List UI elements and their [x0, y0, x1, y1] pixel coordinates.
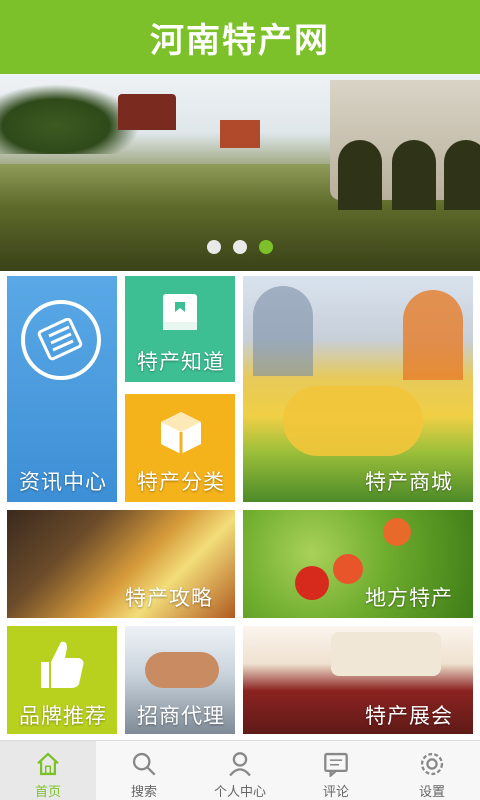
tile-knowledge-label: 特产知道: [137, 350, 225, 374]
tile-expo[interactable]: 特产展会: [243, 626, 473, 734]
carousel-dots: [0, 240, 480, 254]
tile-agent[interactable]: 招商代理: [125, 626, 235, 734]
tab-profile-label: 个人中心: [213, 785, 266, 800]
search-icon: [132, 752, 156, 776]
box-icon: [161, 412, 201, 454]
tile-guide[interactable]: 特产攻略: [7, 510, 235, 618]
tab-search[interactable]: 搜索: [96, 741, 192, 800]
cherry: [295, 566, 329, 600]
bridge-arch: [338, 140, 382, 210]
tile-brand-label: 品牌推荐: [19, 704, 107, 728]
tile-news-label: 资讯中心: [19, 470, 107, 494]
handshake: [145, 652, 219, 688]
tab-home[interactable]: 首页: [0, 741, 96, 800]
tile-expo-label: 特产展会: [365, 704, 453, 728]
tile-guide-label: 特产攻略: [125, 586, 213, 610]
comment-icon: [324, 752, 348, 777]
tab-home-label: 首页: [34, 785, 61, 800]
thumbs-up-icon: [41, 641, 84, 688]
tile-mall-label: 特产商城: [365, 470, 453, 494]
tile-agent-label: 招商代理: [137, 704, 225, 728]
tile-local[interactable]: 地方特产: [243, 510, 473, 618]
banner-pagoda-small: [220, 120, 260, 148]
tab-settings-label: 设置: [418, 785, 445, 800]
app-header: 河南特产网: [0, 0, 480, 74]
mall-vendor: [403, 290, 463, 380]
tile-knowledge[interactable]: 特产知道: [125, 276, 235, 382]
bridge-arch: [444, 140, 480, 210]
tab-comment-label: 评论: [322, 785, 349, 800]
tile-local-label: 地方特产: [365, 586, 453, 610]
home-icon: [37, 752, 59, 776]
app-title: 河南特产网: [150, 20, 330, 61]
carousel-dot[interactable]: [207, 240, 221, 254]
user-icon: [229, 752, 251, 777]
newspaper-icon: [21, 300, 101, 380]
tile-category[interactable]: 特产分类: [125, 394, 235, 502]
tab-profile[interactable]: 个人中心: [192, 741, 288, 800]
bottom-tab-bar: 首页 搜索 个人中心 评论 设置: [0, 740, 480, 800]
mall-shopper: [253, 286, 313, 376]
tab-search-label: 搜索: [130, 785, 157, 800]
tile-mall[interactable]: 特产商城: [243, 276, 473, 502]
bridge-arch: [392, 140, 436, 210]
tile-brand[interactable]: 品牌推荐: [7, 626, 117, 734]
banner-bridge: [330, 80, 480, 210]
cherry: [333, 554, 363, 584]
carousel-dot-active[interactable]: [259, 240, 273, 254]
book-icon: [163, 294, 197, 330]
tab-settings[interactable]: 设置: [384, 741, 480, 800]
expo-snacks: [331, 632, 441, 676]
tile-news[interactable]: 资讯中心: [7, 276, 117, 502]
carousel-dot[interactable]: [233, 240, 247, 254]
mall-fruit: [283, 386, 423, 456]
banner-pagoda: [118, 94, 176, 130]
tab-comment[interactable]: 评论: [288, 741, 384, 800]
cherry: [383, 518, 411, 546]
tile-category-label: 特产分类: [137, 470, 225, 494]
gear-icon: [420, 752, 444, 776]
